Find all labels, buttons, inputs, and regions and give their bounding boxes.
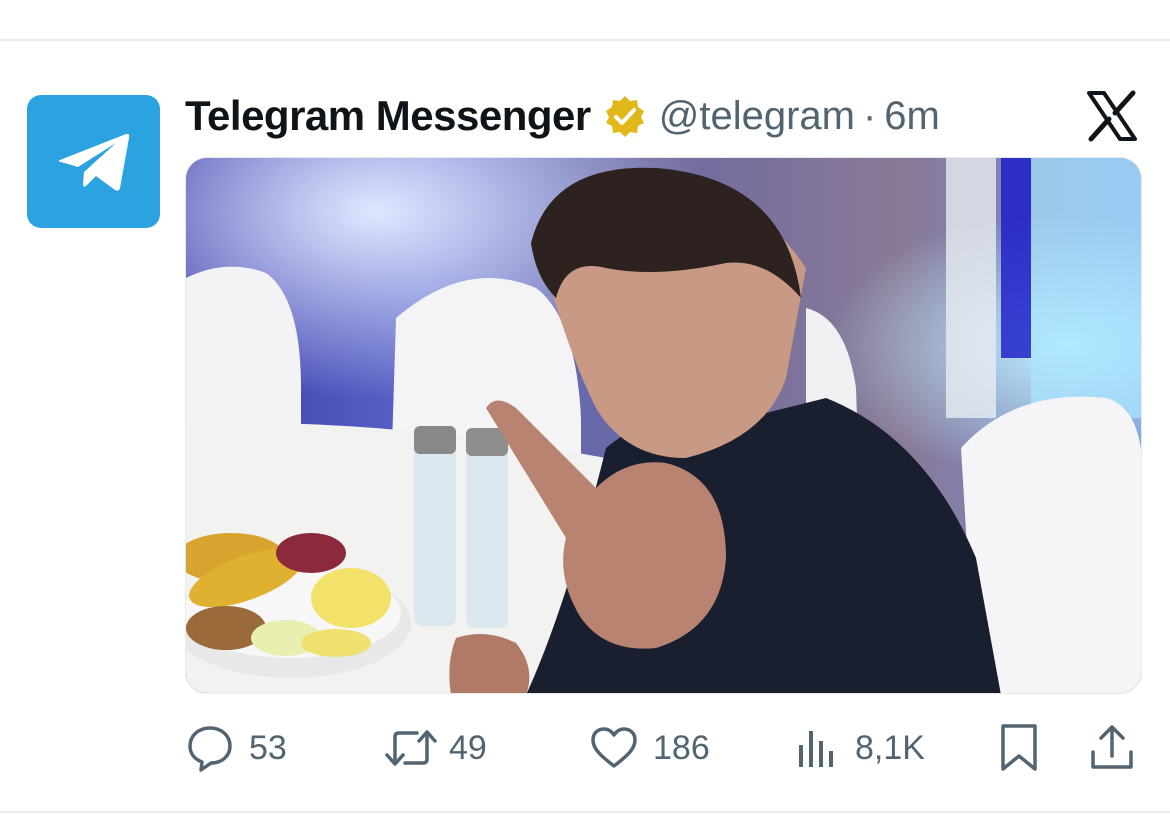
repost-icon <box>385 730 437 766</box>
tweet-actions: 53 49 186 8,1K <box>185 720 1140 776</box>
display-name[interactable]: Telegram Messenger <box>185 92 591 140</box>
timestamp[interactable]: 6m <box>884 94 940 139</box>
x-logo-icon[interactable] <box>1086 90 1138 142</box>
reply-icon <box>188 726 232 772</box>
bookmark-button[interactable] <box>997 720 1041 776</box>
top-divider <box>0 39 1170 41</box>
heart-icon <box>591 727 637 768</box>
repost-button[interactable]: 49 <box>383 720 487 776</box>
handle[interactable]: @telegram <box>659 94 855 139</box>
reply-count: 53 <box>249 728 287 767</box>
separator-dot: · <box>862 93 877 138</box>
views-count: 8,1K <box>855 728 925 767</box>
tweet-header: Telegram Messenger @telegram · 6m <box>185 88 940 144</box>
bookmark-icon <box>1001 724 1037 771</box>
avatar[interactable] <box>27 95 160 228</box>
share-icon <box>1091 725 1133 769</box>
repost-count: 49 <box>449 728 487 767</box>
like-button[interactable]: 186 <box>589 720 710 776</box>
telegram-paper-plane-icon <box>58 133 129 191</box>
like-count: 186 <box>653 728 710 767</box>
share-button[interactable] <box>1088 720 1136 776</box>
bottom-divider <box>0 811 1170 813</box>
reply-button[interactable]: 53 <box>185 720 287 776</box>
views-button[interactable]: 8,1K <box>795 720 925 776</box>
verified-badge-icon[interactable] <box>603 94 647 138</box>
tweet-photo[interactable] <box>185 157 1142 694</box>
analytics-icon <box>799 731 833 767</box>
